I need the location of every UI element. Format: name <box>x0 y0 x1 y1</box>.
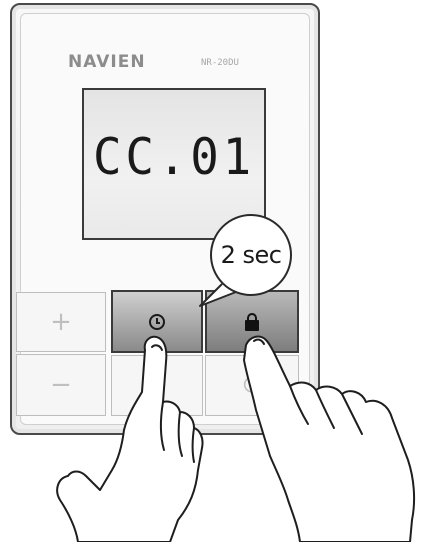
hold-time-label: 2 sec <box>220 241 282 269</box>
hold-time-bubble: 2 sec <box>210 214 292 296</box>
